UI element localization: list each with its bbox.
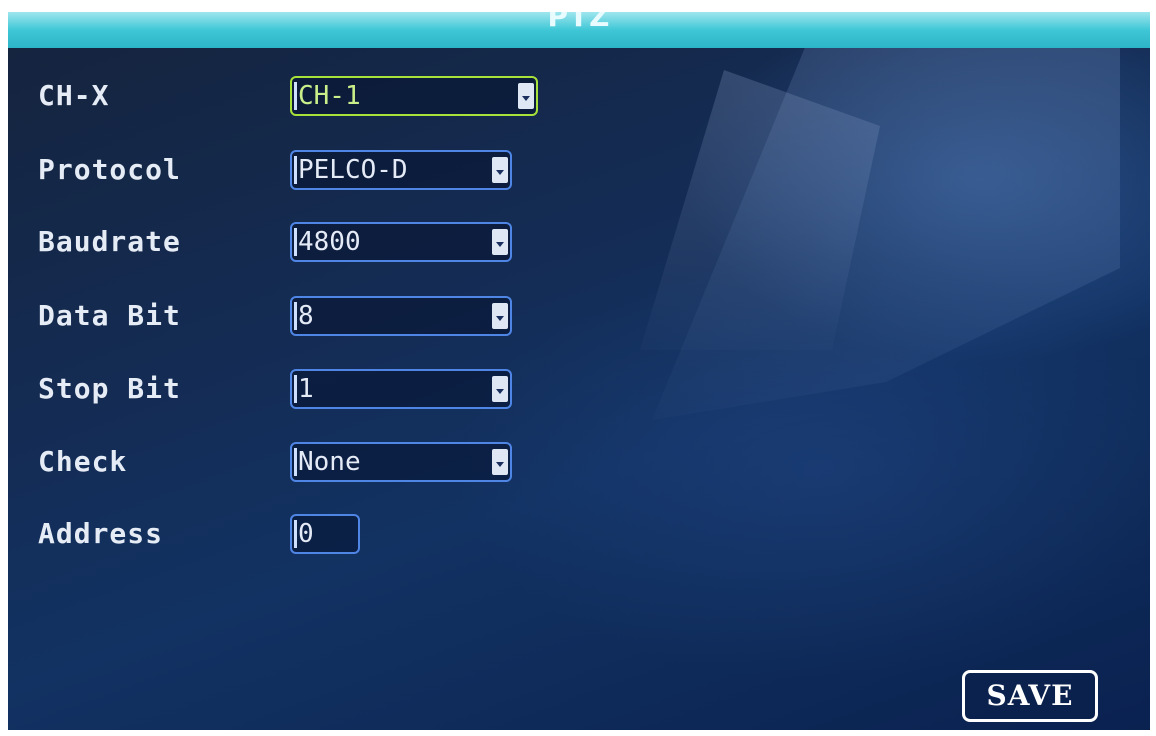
chevron-down-icon[interactable] (492, 303, 508, 329)
data-bit-dropdown[interactable]: 8 (290, 296, 512, 336)
save-button[interactable]: SAVE (962, 670, 1098, 722)
bezel-bottom (0, 730, 1156, 736)
protocol-value: PELCO-D (298, 155, 408, 185)
address-input[interactable]: 0 (290, 514, 360, 554)
chevron-down-icon[interactable] (492, 229, 508, 255)
title-bar: PTZ (8, 0, 1150, 48)
field-edge-marker (294, 82, 297, 110)
stop-bit-label: Stop Bit (38, 372, 181, 405)
field-edge-marker (294, 302, 297, 330)
chevron-down-icon[interactable] (492, 376, 508, 402)
ch-x-value: CH-1 (298, 81, 361, 111)
address-value: 0 (298, 519, 314, 549)
field-edge-marker (294, 156, 297, 184)
field-edge-marker (294, 520, 297, 548)
baudrate-value: 4800 (298, 227, 361, 257)
check-dropdown[interactable]: None (290, 442, 512, 482)
bezel-top (0, 0, 1156, 12)
chevron-down-icon[interactable] (492, 449, 508, 475)
bezel-left (0, 0, 8, 736)
baudrate-dropdown[interactable]: 4800 (290, 222, 512, 262)
field-edge-marker (294, 228, 297, 256)
data-bit-label: Data Bit (38, 299, 181, 332)
ptz-settings-screen: PTZ CH-X CH-1 Protocol PELCO-D Baudrate … (0, 0, 1156, 736)
bezel-right (1150, 0, 1156, 736)
check-value: None (298, 447, 361, 477)
chevron-down-icon[interactable] (492, 157, 508, 183)
stop-bit-value: 1 (298, 374, 314, 404)
protocol-dropdown[interactable]: PELCO-D (290, 150, 512, 190)
check-label: Check (38, 445, 128, 478)
ch-x-label: CH-X (38, 79, 110, 112)
field-edge-marker (294, 375, 297, 403)
data-bit-value: 8 (298, 301, 314, 331)
ch-x-dropdown[interactable]: CH-1 (290, 76, 538, 116)
baudrate-label: Baudrate (38, 225, 181, 258)
protocol-label: Protocol (38, 153, 181, 186)
chevron-down-icon[interactable] (518, 83, 534, 109)
address-label: Address (38, 517, 164, 550)
stop-bit-dropdown[interactable]: 1 (290, 369, 512, 409)
field-edge-marker (294, 448, 297, 476)
